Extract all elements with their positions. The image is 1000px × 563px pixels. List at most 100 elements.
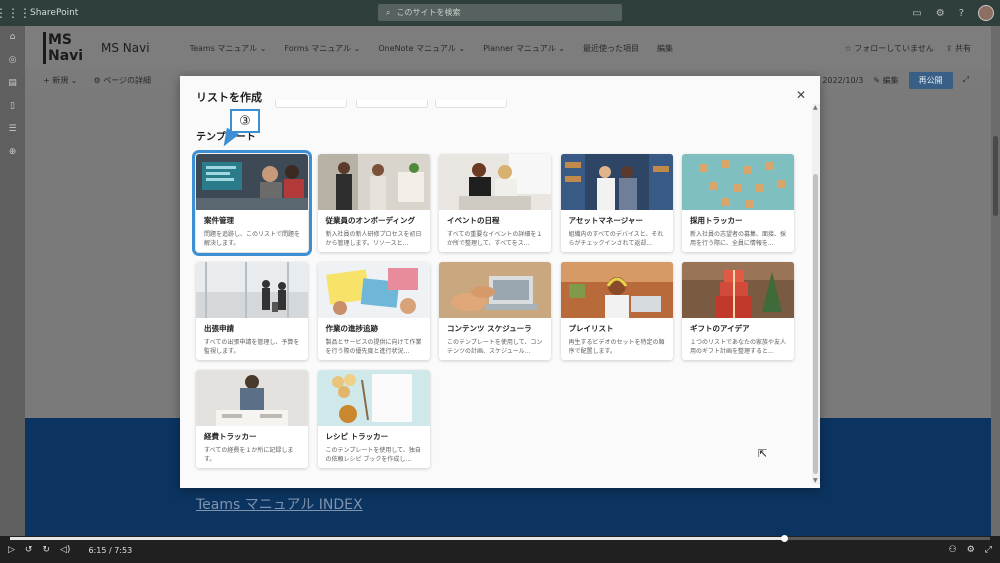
site-logo[interactable]: MS Navi: [43, 32, 91, 64]
settings-icon[interactable]: ⚙: [936, 8, 945, 19]
template-description: このテンプレートを使用して、コンテンツの計画、スケジュール...: [447, 339, 543, 355]
mouse-cursor-icon: ⇱: [758, 447, 768, 460]
template-thumbnail: [439, 262, 551, 318]
play-icon[interactable]: ▷: [8, 545, 15, 555]
create-icon[interactable]: ⊕: [9, 147, 17, 157]
template-title: 採用トラッカー: [690, 216, 743, 225]
new-button[interactable]: + 新規 ⌄: [43, 75, 78, 86]
database-icon[interactable]: ☰: [8, 124, 16, 134]
edit-button[interactable]: ✎ 編集: [873, 75, 898, 86]
republish-button[interactable]: 再公開: [908, 71, 953, 89]
left-rail: ⌂ ◎ ▤ ▯ ☰ ⊕: [0, 26, 25, 536]
nav-item-onenote[interactable]: OneNote マニュアル ⌄: [378, 43, 465, 54]
nav-item-planner[interactable]: Planner マニュアル ⌄: [483, 43, 565, 54]
template-description: 組織内のすべてのデバイスと、それらがチェックインされて返却...: [568, 231, 664, 247]
share-button[interactable]: ⇪ 共有: [946, 43, 971, 54]
template-description: 製品とサービスの提供に向けて作業を行う際の優先度と進行状況...: [325, 339, 422, 355]
template-card-gift-ideas[interactable]: ギフトのアイデア １つのリストであなたの家族や友人用のギフト計画を整理すると..…: [682, 262, 794, 360]
follow-button[interactable]: ☆ フォローしていません: [845, 43, 934, 54]
template-card-recruitment-tracker[interactable]: 採用トラッカー 新入社員の志望者の募集、面接、採用を行う際に、全員に情報を...: [682, 154, 794, 252]
app-launcher-icon[interactable]: ⋮⋮⋮: [0, 0, 31, 26]
template-card-expense-tracker[interactable]: 経費トラッカー すべての経費を１か所に記録します。: [196, 370, 308, 468]
template-card-stub: [356, 100, 428, 108]
video-progress-knob[interactable]: [781, 535, 789, 542]
template-card-travel-requests[interactable]: 出張申請 すべての出張申請を管理し、予算を監視します。: [196, 262, 308, 360]
template-card-stub: [275, 100, 347, 108]
template-title: 出張申請: [204, 324, 234, 333]
captions-icon[interactable]: ⚇: [949, 545, 957, 555]
template-title: ギフトのアイデア: [690, 324, 750, 333]
close-icon[interactable]: ✕: [796, 88, 806, 102]
template-thumbnail: [560, 154, 673, 210]
template-card-onboarding[interactable]: 従業員のオンボーディング 新入社員の新人研修プロセスを初日から管理します。リソー…: [317, 154, 430, 252]
nav-item-teams[interactable]: Teams マニュアル ⌄: [190, 43, 267, 54]
video-controls: ▷ ↺ ↻ ◁) 6:15 / 7:53 ⚇ ⚙ ⤢: [0, 535, 1000, 563]
rewind-icon[interactable]: ↺: [25, 545, 33, 555]
template-card-event-itinerary[interactable]: イベントの日程 すべての重要なイベントの詳細を１か所で整理して、すべてをス...: [439, 154, 551, 252]
site-nav: Teams マニュアル ⌄ Forms マニュアル ⌄ OneNote マニュア…: [190, 43, 673, 54]
video-time: 6:15 / 7:53: [88, 545, 133, 555]
page-scrollbar[interactable]: [991, 26, 1000, 536]
page-details-button[interactable]: ⚙ ページの詳細: [94, 75, 152, 86]
file-icon[interactable]: ▯: [10, 101, 15, 111]
fullscreen-icon[interactable]: ⤢: [985, 545, 992, 555]
template-card-recipe-tracker[interactable]: レシピ トラッカー このテンプレートを使用して、独自の依頼レシピ ブックを作成し…: [317, 370, 430, 468]
suite-bar: ⋮⋮⋮ SharePoint ⌕ このサイトを検索 ▭ ⚙ ?: [0, 0, 1000, 26]
template-description: すべての経費を１か所に記録します。: [204, 447, 294, 463]
page-scroll-thumb[interactable]: [993, 136, 998, 216]
template-thumbnail: [196, 154, 308, 210]
template-description: すべての出張申請を管理し、予算を監視します。: [204, 339, 300, 355]
video-settings-icon[interactable]: ⚙: [967, 545, 975, 555]
nav-item-forms[interactable]: Forms マニュアル ⌄: [284, 43, 360, 54]
template-card-issue-tracker[interactable]: 案件管理 問題を追跡し、このリストで問題を解決します。: [192, 150, 312, 256]
nav-item-recent[interactable]: 最近使った項目: [583, 43, 639, 54]
search-placeholder: このサイトを検索: [396, 8, 461, 17]
template-description: このテンプレートを使用して、独自の依頼レシピ ブックを作成し...: [325, 447, 421, 463]
template-title: レシピ トラッカー: [325, 432, 389, 441]
template-description: 問題を追跡し、このリストで問題を解決します。: [204, 231, 300, 247]
template-thumbnail: [196, 262, 308, 318]
template-title: イベントの日程: [447, 216, 500, 225]
scroll-up-icon[interactable]: ▲: [813, 104, 818, 111]
template-thumbnail: [439, 154, 551, 210]
index-link[interactable]: Teams マニュアル INDEX: [196, 494, 363, 514]
template-description: 再生するビデオのセットを特定の順序で配置します。: [568, 339, 665, 355]
globe-icon[interactable]: ◎: [9, 55, 17, 65]
template-description: １つのリストであなたの家族や友人用のギフト計画を整理すると...: [690, 339, 786, 355]
template-card-playlist[interactable]: プレイリスト 再生するビデオのセットを特定の順序で配置します。: [560, 262, 673, 360]
suite-title[interactable]: SharePoint: [30, 8, 78, 18]
create-list-dialog: リストを作成 ✕ テンプレート 案件管理 問題を追跡し、このリストで問題を解決し…: [180, 76, 820, 488]
template-title: 案件管理: [204, 216, 234, 225]
suite-actions: ▭ ⚙ ?: [912, 0, 994, 26]
avatar[interactable]: [978, 5, 994, 21]
header-actions: ☆ フォローしていません ⇪ 共有: [845, 26, 971, 70]
template-title: 従業員のオンボーディング: [325, 216, 415, 225]
template-thumbnail: [317, 370, 430, 426]
home-icon[interactable]: ⌂: [10, 32, 16, 42]
expand-icon[interactable]: ⤢: [963, 75, 969, 85]
site-search-box[interactable]: ⌕ このサイトを検索: [378, 4, 622, 21]
scroll-down-icon[interactable]: ▼: [813, 477, 818, 484]
template-description: 新入社員の志望者の募集、面接、採用を行う際に、全員に情報を...: [690, 231, 786, 247]
template-description: 新入社員の新人研修プロセスを初日から管理します。リソースと...: [325, 231, 422, 247]
template-card-content-scheduler[interactable]: コンテンツ スケジューラ このテンプレートを使用して、コンテンツの計画、スケジュ…: [439, 262, 551, 360]
nav-item-edit[interactable]: 編集: [657, 43, 673, 54]
logo-text: MS Navi: [43, 32, 91, 64]
volume-icon[interactable]: ◁): [60, 545, 70, 555]
template-title: アセットマネージャー: [568, 216, 643, 225]
dialog-scroll-thumb[interactable]: [813, 174, 818, 474]
forward-icon[interactable]: ↻: [42, 545, 50, 555]
template-thumbnail: [682, 154, 794, 210]
feedback-icon[interactable]: ▭: [912, 8, 921, 19]
news-icon[interactable]: ▤: [8, 78, 17, 88]
template-thumbnail: [317, 154, 430, 210]
dialog-scrollbar[interactable]: ▲ ▼: [812, 104, 820, 484]
template-card-asset-manager[interactable]: アセットマネージャー 組織内のすべてのデバイスと、それらがチェックインされて返却…: [560, 154, 673, 252]
help-icon[interactable]: ?: [959, 8, 964, 19]
template-title: プレイリスト: [568, 324, 614, 333]
template-card-work-progress-tracker[interactable]: 作業の進捗追跡 製品とサービスの提供に向けて作業を行う際の優先度と進行状況...: [317, 262, 430, 360]
search-icon: ⌕: [386, 7, 391, 17]
video-progress-bar[interactable]: [10, 535, 990, 542]
template-thumbnail: [560, 262, 673, 318]
site-name[interactable]: MS Navi: [101, 41, 150, 55]
